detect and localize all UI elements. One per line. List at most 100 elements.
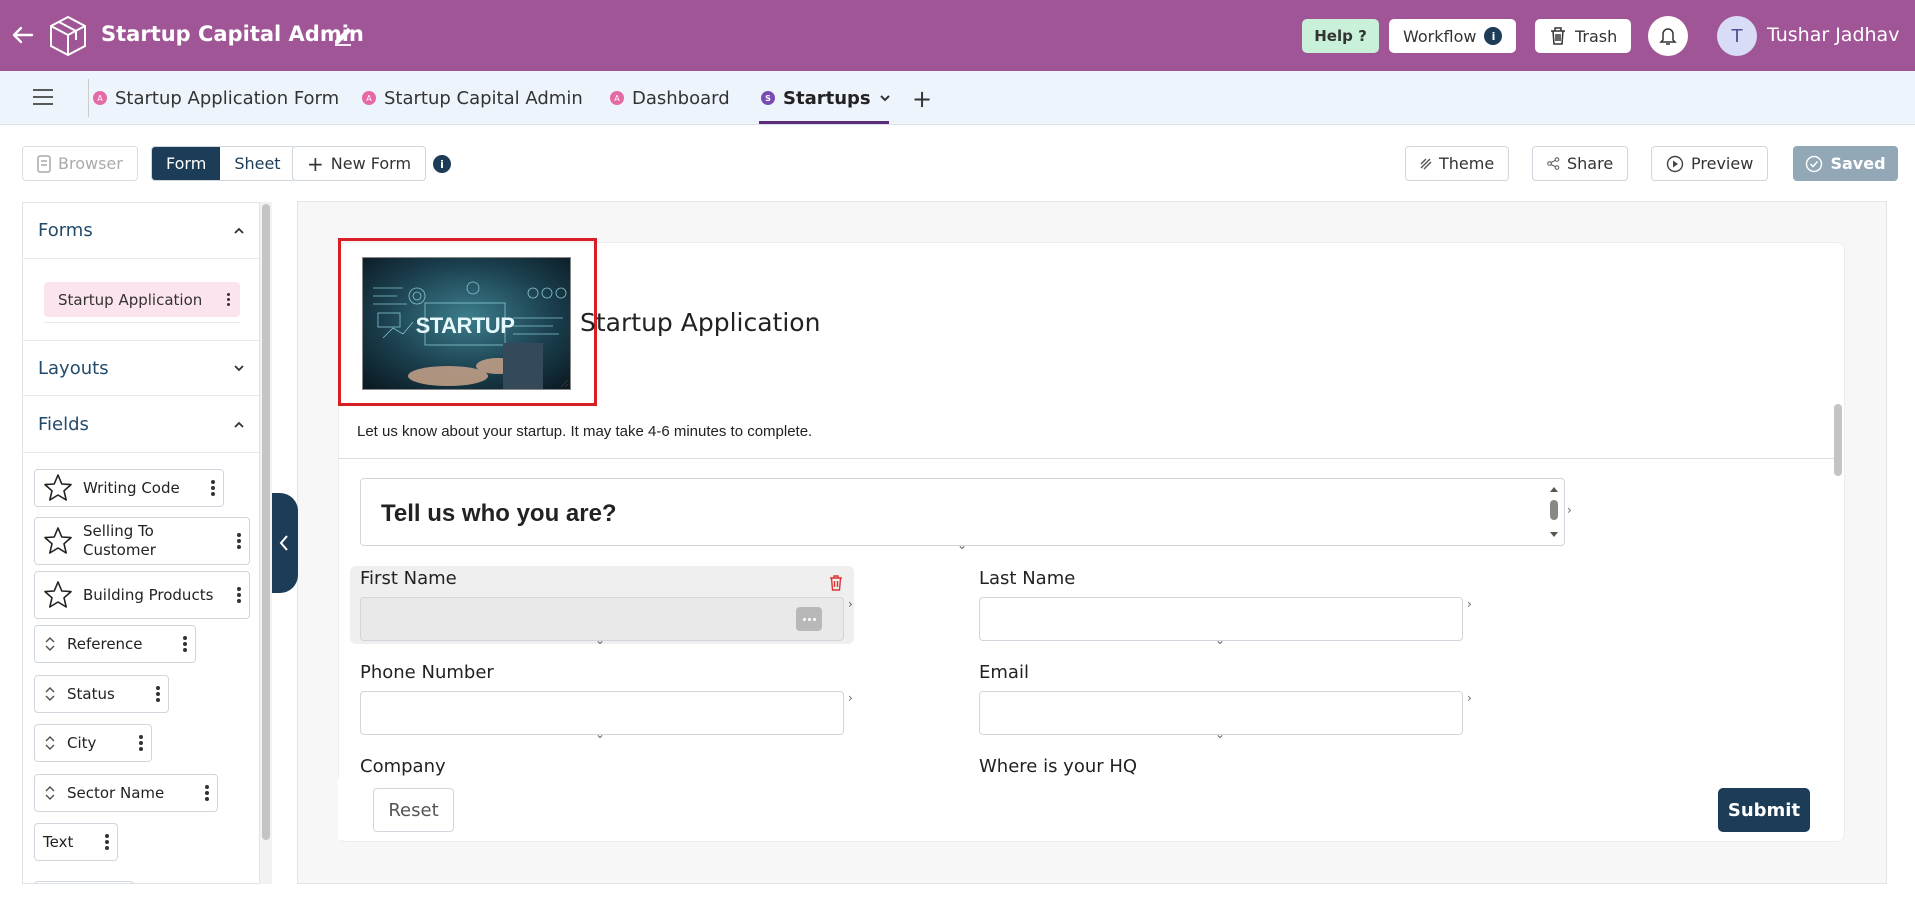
form-scrollbar-thumb[interactable] — [1834, 404, 1842, 476]
chevron-down-icon[interactable]: ⌄ — [957, 538, 967, 552]
user-avatar[interactable]: T — [1717, 16, 1757, 56]
field-chip-city[interactable]: City — [34, 724, 152, 762]
field-chip-sector-name[interactable]: Sector Name — [34, 774, 218, 812]
first-name-label: First Name — [360, 568, 457, 589]
new-form-button[interactable]: + New Form — [292, 146, 427, 181]
field-chip-text[interactable]: Text — [34, 823, 118, 861]
left-sidebar-panel: Forms Startup Application Layouts Fields… — [22, 202, 260, 884]
share-icon — [1547, 157, 1560, 170]
chevron-right-icon[interactable]: › — [848, 597, 853, 611]
fields-section-header[interactable]: Fields — [23, 397, 259, 453]
field-label: Sector Name — [67, 783, 165, 802]
workflow-button[interactable]: Workflow i — [1389, 19, 1517, 53]
form-description[interactable]: Let us know about your startup. It may t… — [357, 423, 812, 440]
theme-label: Theme — [1439, 154, 1495, 173]
reset-button[interactable]: Reset — [373, 788, 454, 832]
chevron-right-icon[interactable]: › — [1467, 691, 1472, 705]
chevron-down-icon[interactable]: ⌄ — [1215, 727, 1225, 741]
trash-icon[interactable] — [828, 574, 844, 592]
layouts-heading: Layouts — [38, 357, 109, 379]
trash-icon — [1551, 27, 1565, 45]
star-icon — [44, 581, 72, 608]
info-icon[interactable]: i — [433, 155, 451, 173]
add-tab-icon[interactable]: + — [912, 85, 932, 113]
more-vertical-icon[interactable] — [205, 785, 209, 801]
app-cube-logo-icon — [50, 15, 86, 57]
section-scrollbar[interactable] — [1547, 482, 1561, 542]
form-view-option[interactable]: Form — [152, 147, 221, 180]
hamburger-menu-icon[interactable] — [32, 88, 54, 106]
section-heading-text[interactable]: Tell us who you are? — [381, 500, 617, 528]
divider — [44, 322, 240, 323]
browser-button[interactable]: Browser — [22, 146, 138, 181]
form-sheet-toggle: Form Sheet — [151, 146, 296, 181]
more-vertical-icon[interactable] — [139, 735, 143, 751]
more-vertical-icon[interactable] — [156, 686, 160, 702]
theme-button[interactable]: Theme — [1405, 146, 1510, 181]
hq-label: Where is your HQ — [979, 756, 1138, 777]
field-chip-writing-code[interactable]: Writing Code — [34, 469, 224, 507]
more-vertical-icon[interactable] — [226, 293, 230, 306]
browser-label: Browser — [58, 154, 123, 173]
chevron-up-icon[interactable] — [233, 419, 245, 431]
tab-startup-application-form[interactable]: A Startup Application Form — [93, 85, 339, 111]
sort-arrows-icon — [45, 785, 55, 801]
sort-arrows-icon — [45, 735, 55, 751]
divider — [338, 458, 1834, 459]
more-vertical-icon[interactable] — [105, 834, 109, 850]
trash-button[interactable]: Trash — [1535, 19, 1632, 53]
tab-divider — [88, 79, 89, 117]
chevron-down-icon[interactable] — [879, 93, 891, 103]
field-label: Text — [43, 832, 74, 851]
more-vertical-icon[interactable] — [211, 480, 215, 496]
chevron-right-icon[interactable]: › — [1467, 597, 1472, 611]
forms-section-header[interactable]: Forms — [23, 203, 259, 259]
help-button[interactable]: Help ? — [1302, 19, 1379, 53]
sidebar-scrollbar-thumb[interactable] — [262, 204, 270, 840]
chevron-down-icon[interactable] — [233, 362, 245, 374]
chevron-right-icon[interactable]: › — [848, 691, 853, 705]
more-options-icon[interactable] — [796, 607, 822, 631]
tab-badge: A — [93, 91, 107, 105]
back-arrow-icon[interactable] — [10, 22, 36, 48]
more-vertical-icon[interactable] — [237, 533, 241, 549]
info-icon: i — [1484, 27, 1503, 45]
tab-startups[interactable]: S Startups — [761, 85, 891, 111]
more-vertical-icon[interactable] — [183, 636, 187, 652]
form-list-item[interactable]: Startup Application — [44, 282, 240, 317]
collapse-sidebar-button[interactable] — [272, 493, 298, 593]
edit-pencil-icon[interactable] — [333, 26, 353, 46]
preview-button[interactable]: Preview — [1651, 146, 1769, 181]
chevron-up-icon[interactable] — [233, 225, 245, 237]
resize-handle-icon[interactable] — [559, 378, 569, 388]
field-chip-building-products[interactable]: Building Products — [34, 571, 250, 619]
fields-heading: Fields — [38, 414, 89, 435]
saved-button[interactable]: Saved — [1793, 146, 1898, 181]
more-vertical-icon[interactable] — [237, 587, 241, 603]
sheet-view-option[interactable]: Sheet — [220, 147, 294, 180]
tab-badge: S — [761, 91, 775, 105]
chevron-down-icon[interactable]: ⌄ — [1215, 633, 1225, 647]
sort-arrows-icon — [45, 636, 55, 652]
field-label: City — [67, 733, 97, 752]
field-chip-reference[interactable]: Reference — [34, 625, 196, 663]
form-title[interactable]: Startup Application — [580, 308, 820, 337]
workflow-label: Workflow — [1403, 26, 1477, 46]
chevron-down-icon[interactable]: ⌄ — [595, 727, 605, 741]
tab-badge: A — [362, 91, 376, 105]
tab-startup-capital-admin[interactable]: A Startup Capital Admin — [362, 85, 583, 111]
field-chip-selling-to-customer[interactable]: Selling To Customer — [34, 517, 250, 565]
layouts-section-header[interactable]: Layouts — [23, 340, 259, 396]
tab-dashboard[interactable]: A Dashboard — [610, 85, 730, 111]
new-form-label: New Form — [330, 154, 412, 173]
field-label: Reference — [67, 634, 143, 653]
user-name[interactable]: Tushar Jadhav — [1767, 24, 1899, 46]
submit-button[interactable]: Submit — [1718, 788, 1810, 832]
company-label: Company — [360, 756, 446, 777]
chevron-down-icon[interactable]: ⌄ — [595, 633, 605, 647]
notifications-button[interactable] — [1648, 16, 1688, 56]
share-button[interactable]: Share — [1532, 146, 1629, 181]
chevron-right-icon[interactable]: › — [1567, 503, 1572, 517]
field-chip-status[interactable]: Status — [34, 675, 169, 713]
star-icon — [44, 527, 72, 554]
